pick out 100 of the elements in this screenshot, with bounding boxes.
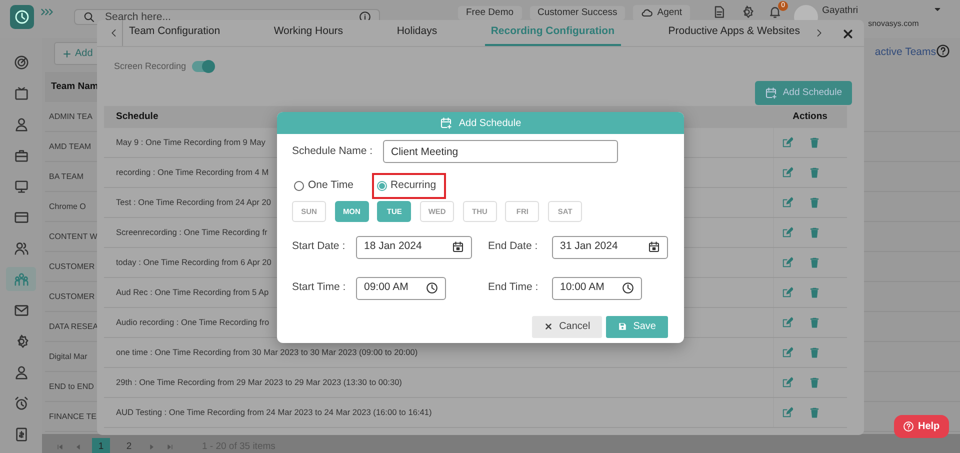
trash-icon[interactable] <box>809 167 820 178</box>
alarm-icon <box>14 396 28 410</box>
trash-icon[interactable] <box>809 377 820 388</box>
edit-icon[interactable] <box>782 137 793 148</box>
radio-button[interactable] <box>376 180 387 191</box>
radio-button[interactable] <box>294 180 304 191</box>
next-page-icon[interactable] <box>148 442 156 451</box>
save-button[interactable]: Save <box>606 316 668 338</box>
monitor-icon <box>14 178 28 194</box>
trash-icon[interactable] <box>809 317 820 328</box>
info-icon[interactable] <box>359 11 371 23</box>
radio-label: Recurring <box>390 178 436 193</box>
cloud-icon <box>641 7 654 19</box>
trash-icon[interactable] <box>809 137 820 148</box>
plus-icon <box>63 50 71 58</box>
user-email: snovasys.com <box>868 19 919 29</box>
time-field[interactable]: 09:00 AM <box>356 276 446 300</box>
date-field[interactable]: 18 Jan 2024 <box>356 236 472 259</box>
top-link[interactable]: Customer Success <box>530 6 626 20</box>
clock-icon <box>622 282 634 294</box>
tab[interactable]: Recording Configuration <box>484 20 621 46</box>
trash-icon[interactable] <box>809 287 820 298</box>
document-icon[interactable] <box>712 5 726 19</box>
field-label: End Time : <box>488 280 540 296</box>
bell-icon[interactable] <box>768 5 782 19</box>
table-cell: 29th : One Time Recording from 29 Mar 2023 to 29 Mar 2023 (13:30 to 00:30) <box>116 377 402 388</box>
floppy-icon <box>618 322 628 332</box>
field-label: Schedule Name : <box>292 144 374 159</box>
table-cell: AUD Testing : One Time Recording from 24 Mar 2023 to 24 Mar 2023 (16:00 to 16:41) <box>116 407 432 418</box>
help-button[interactable]: Help <box>894 415 949 438</box>
column-header: Actions <box>792 110 828 124</box>
target-icon <box>14 54 28 70</box>
group-icon <box>14 272 28 286</box>
toggle-label: Screen Recording <box>114 60 186 73</box>
calendar-plus-icon <box>764 87 777 100</box>
field-value: 31 Jan 2024 <box>560 239 618 254</box>
edit-icon[interactable] <box>782 407 793 418</box>
toggle-switch[interactable] <box>192 61 214 72</box>
help-icon <box>903 421 914 432</box>
trash-icon[interactable] <box>809 407 820 418</box>
table-cell: Test : One Time Recording from 24 Apr 20 <box>116 197 271 208</box>
card-icon <box>14 210 28 224</box>
people-icon <box>14 240 28 256</box>
field-label: End Date : <box>488 239 539 254</box>
edit-icon[interactable] <box>782 287 793 298</box>
edit-icon[interactable] <box>782 377 793 388</box>
last-page-icon[interactable] <box>166 442 174 451</box>
close-icon <box>842 28 854 40</box>
invoice-icon <box>14 426 28 442</box>
add-schedule-button[interactable]: Add Schedule <box>754 81 852 106</box>
edit-icon[interactable] <box>782 347 793 358</box>
trash-icon[interactable] <box>809 197 820 208</box>
column-header: Schedule <box>116 110 158 122</box>
logo[interactable] <box>10 5 34 29</box>
table-cell: Aud Rec : One Time Recording from 5 Ap <box>116 287 269 298</box>
edit-icon[interactable] <box>782 257 793 268</box>
first-page-icon[interactable] <box>56 442 64 451</box>
edit-icon[interactable] <box>782 167 793 178</box>
table-cell: Screenrecording : One Time Recording fr <box>116 227 268 238</box>
agent-button[interactable]: Agent <box>633 5 690 21</box>
help-icon[interactable] <box>936 44 950 58</box>
edit-icon[interactable] <box>782 317 793 328</box>
caret-icon[interactable] <box>933 5 942 14</box>
search-icon <box>83 11 95 23</box>
field-value: 09:00 AM <box>364 280 408 296</box>
radio-label: One Time <box>308 178 354 193</box>
cancel-button[interactable]: Cancel <box>532 316 602 338</box>
tv-icon <box>14 86 28 100</box>
trash-icon[interactable] <box>809 347 820 358</box>
schedule-name-field[interactable]: Client Meeting <box>383 140 618 163</box>
table-cell: one time : One Time Recording from 30 Mar 2023 to 30 Mar 2023 (09:00 to 20:00) <box>116 347 418 358</box>
table-cell: today : One Time Recording from 6 Apr 20 <box>116 257 272 268</box>
date-field[interactable]: 31 Jan 2024 <box>552 236 668 259</box>
table-cell: recording : One Time Recording from 4 M <box>116 167 269 178</box>
calendar-icon <box>452 241 464 254</box>
dialog-title: Add Schedule <box>458 116 522 130</box>
field-label: Start Time : <box>292 280 347 296</box>
trash-icon[interactable] <box>809 257 820 268</box>
clock-icon <box>14 9 30 25</box>
tab[interactable]: Productive Apps & Websites <box>662 20 806 46</box>
time-field[interactable]: 10:00 AM <box>552 276 642 300</box>
page-button[interactable]: 2 <box>120 438 138 453</box>
edit-icon[interactable] <box>782 227 793 238</box>
clock-icon <box>426 282 438 294</box>
field-value: 10:00 AM <box>560 280 604 296</box>
mail-icon <box>14 302 28 318</box>
person-icon <box>14 116 28 132</box>
field-value: 18 Jan 2024 <box>364 239 422 254</box>
calendar-icon <box>648 241 660 254</box>
calendar-plus-icon <box>440 117 452 129</box>
user-name: Gayathri <box>822 5 859 16</box>
page-button[interactable]: 1 <box>92 438 110 453</box>
previous-page-icon[interactable] <box>74 442 82 451</box>
top-link[interactable]: Free Demo <box>458 6 522 20</box>
field-label: Start Date : <box>292 239 346 254</box>
tab[interactable]: Holidays <box>390 20 444 46</box>
close-icon <box>544 322 554 332</box>
close-button[interactable] <box>842 28 854 40</box>
edit-icon[interactable] <box>782 197 793 208</box>
trash-icon[interactable] <box>809 227 820 238</box>
